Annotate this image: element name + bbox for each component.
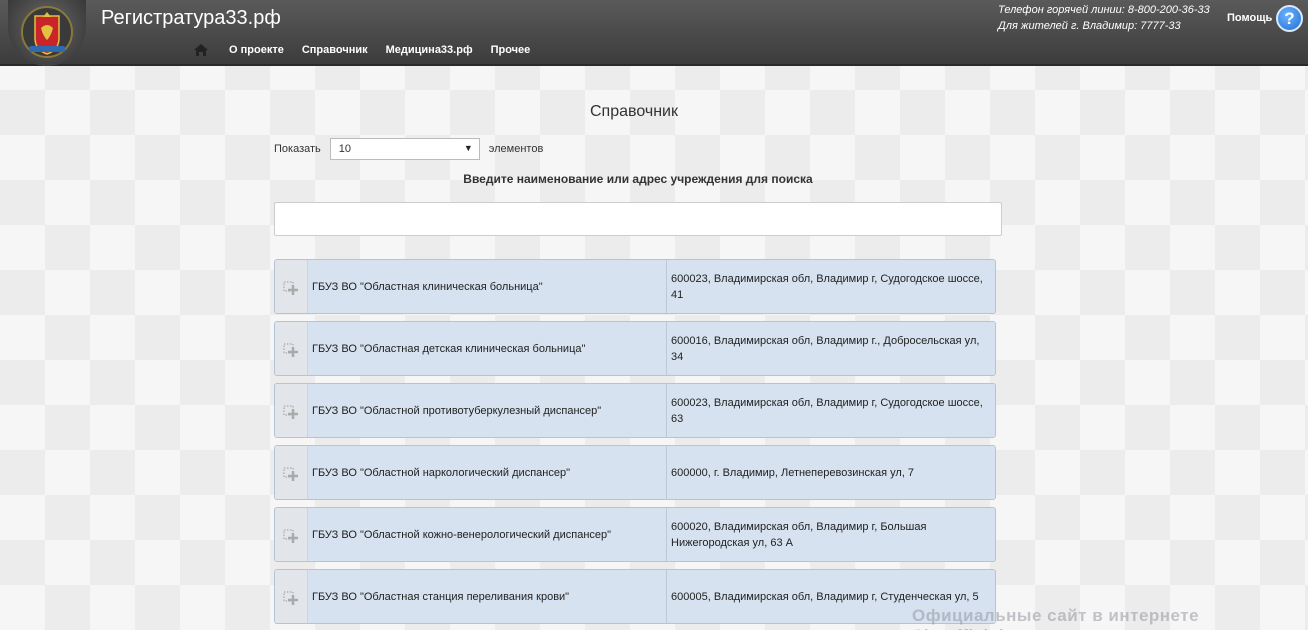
institution-name: ГБУЗ ВО "Областной противотуберкулезный … — [308, 384, 667, 437]
institution-name: ГБУЗ ВО "Областной наркологический диспа… — [308, 446, 667, 499]
coat-of-arms-logo[interactable] — [8, 0, 86, 66]
show-label: Показать — [274, 143, 321, 155]
institution-address: 600000, г. Владимир, Летнеперевозинская … — [667, 446, 995, 499]
expand-icon[interactable] — [275, 508, 308, 561]
hotline-phone: Телефон горячей линии: 8-800-200-36-33 — [998, 4, 1210, 16]
institution-address: 600023, Владимирская обл, Владимир г, Су… — [667, 384, 995, 437]
nav-item-medicine33[interactable]: Медицина33.рф — [386, 44, 473, 56]
expand-icon[interactable] — [275, 446, 308, 499]
list-item[interactable]: ГБУЗ ВО "Областная станция переливания к… — [274, 569, 996, 624]
search-input[interactable] — [274, 202, 1002, 236]
institution-address: 600023, Владимирская обл, Владимир г, Су… — [667, 260, 995, 313]
dropdown-arrow-icon: ▼ — [463, 143, 473, 153]
institution-name: ГБУЗ ВО "Областная детская клиническая б… — [308, 322, 667, 375]
expand-icon[interactable] — [275, 322, 308, 375]
nav-item-about[interactable]: О проекте — [229, 44, 284, 56]
list-item[interactable]: ГБУЗ ВО "Областная клиническая больница"… — [274, 259, 996, 314]
institution-name: ГБУЗ ВО "Областная станция переливания к… — [308, 570, 667, 623]
home-icon[interactable] — [193, 43, 209, 57]
expand-icon[interactable] — [275, 570, 308, 623]
top-header: Регистратура33.рф О проекте Справочник М… — [0, 0, 1308, 66]
list-item[interactable]: ГБУЗ ВО "Областной противотуберкулезный … — [274, 383, 996, 438]
list-item[interactable]: ГБУЗ ВО "Областная детская клиническая б… — [274, 321, 996, 376]
watermark: Официальные сайт в интернете Siteofficia… — [912, 606, 1200, 630]
list-item[interactable]: ГБУЗ ВО "Областной наркологический диспа… — [274, 445, 996, 500]
items-label: элементов — [488, 143, 544, 155]
page-size-row: Показать 10 ▼ элементов — [274, 138, 543, 160]
help-label[interactable]: Помощь — [1227, 12, 1272, 24]
institution-list: ГБУЗ ВО "Областная клиническая больница"… — [274, 259, 996, 630]
institution-address: 600016, Владимирская обл, Владимир г., Д… — [667, 322, 995, 375]
page-title: Справочник — [590, 103, 678, 120]
page-size-select[interactable]: 10 ▼ — [329, 138, 480, 160]
institution-name: ГБУЗ ВО "Областная клиническая больница" — [308, 260, 667, 313]
help-icon[interactable]: ? — [1276, 5, 1303, 32]
main-nav: О проекте Справочник Медицина33.рф Проче… — [193, 43, 548, 57]
nav-item-directory[interactable]: Справочник — [302, 44, 368, 56]
institution-address: 600020, Владимирская обл, Владимир г, Бо… — [667, 508, 995, 561]
expand-icon[interactable] — [275, 260, 308, 313]
expand-icon[interactable] — [275, 384, 308, 437]
institution-name: ГБУЗ ВО "Областной кожно-венерологически… — [308, 508, 667, 561]
search-label: Введите наименование или адрес учреждени… — [463, 172, 813, 186]
nav-item-other[interactable]: Прочее — [491, 44, 531, 56]
page-size-value: 10 — [338, 143, 352, 155]
city-phone: Для жителей г. Владимир: 7777-33 — [998, 20, 1181, 32]
coat-of-arms-icon — [21, 6, 73, 58]
list-item[interactable]: ГБУЗ ВО "Областной кожно-венерологически… — [274, 507, 996, 562]
site-title[interactable]: Регистратура33.рф — [101, 7, 281, 30]
hotline-info: Телефон горячей линии: 8-800-200-36-33 Д… — [998, 2, 1210, 34]
